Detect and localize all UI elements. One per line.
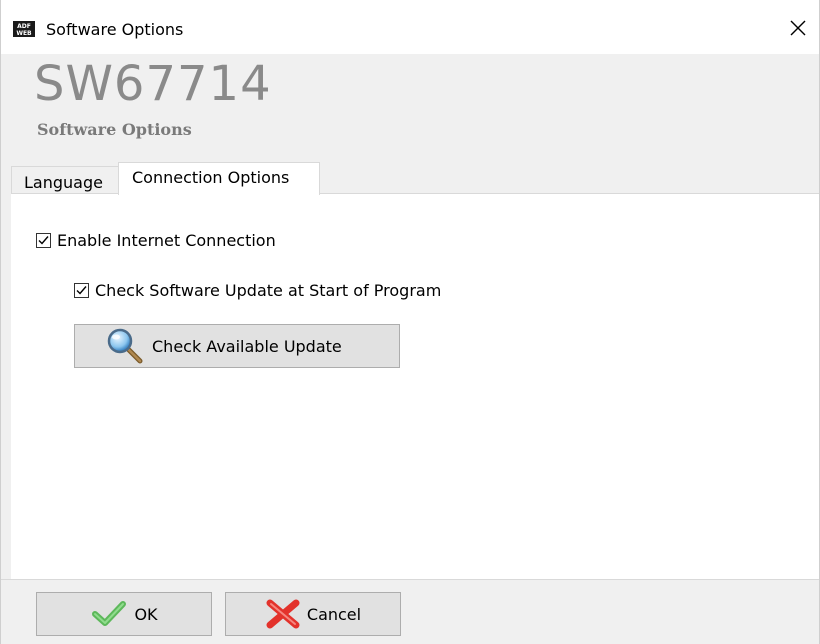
- check-update-start-row: Check Software Update at Start of Progra…: [74, 281, 441, 300]
- window-title: Software Options: [46, 20, 184, 39]
- product-code: SW67714: [34, 56, 272, 112]
- connection-options-panel: Enable Internet Connection Check Softwar…: [11, 193, 819, 579]
- product-subtitle: Software Options: [37, 120, 192, 139]
- tab-connection-options[interactable]: Connection Options: [118, 162, 320, 195]
- adfweb-logo-icon: ADF WEB: [13, 21, 35, 37]
- x-icon: [266, 599, 300, 629]
- ok-label: OK: [134, 604, 158, 624]
- check-update-start-label[interactable]: Check Software Update at Start of Progra…: [95, 281, 441, 300]
- enable-internet-row: Enable Internet Connection: [36, 231, 276, 250]
- ok-button[interactable]: OK: [36, 592, 212, 636]
- enable-internet-label[interactable]: Enable Internet Connection: [57, 231, 276, 250]
- enable-internet-checkbox[interactable]: [36, 233, 51, 248]
- cancel-label: Cancel: [306, 604, 362, 624]
- close-button[interactable]: [775, 12, 819, 44]
- checkmark-icon: [38, 236, 49, 245]
- software-options-window: ADF WEB Software Options SW67714 Softwar…: [0, 0, 820, 644]
- close-icon: [790, 20, 806, 36]
- footer-bar: OK Cancel: [1, 579, 819, 644]
- check-available-update-button[interactable]: Check Available Update: [74, 324, 400, 368]
- cancel-button[interactable]: Cancel: [225, 592, 401, 636]
- checkmark-icon: [76, 286, 87, 295]
- checkmark-icon: [92, 601, 127, 626]
- tab-strip: Language Connection Options: [11, 162, 819, 195]
- check-available-update-label: Check Available Update: [152, 336, 342, 356]
- title-bar: ADF WEB Software Options: [1, 0, 819, 54]
- tab-language[interactable]: Language: [11, 166, 119, 194]
- check-update-start-checkbox[interactable]: [74, 283, 89, 298]
- svg-text:WEB: WEB: [16, 30, 32, 37]
- svg-text:ADF: ADF: [17, 23, 31, 30]
- magnifier-icon: [107, 328, 143, 364]
